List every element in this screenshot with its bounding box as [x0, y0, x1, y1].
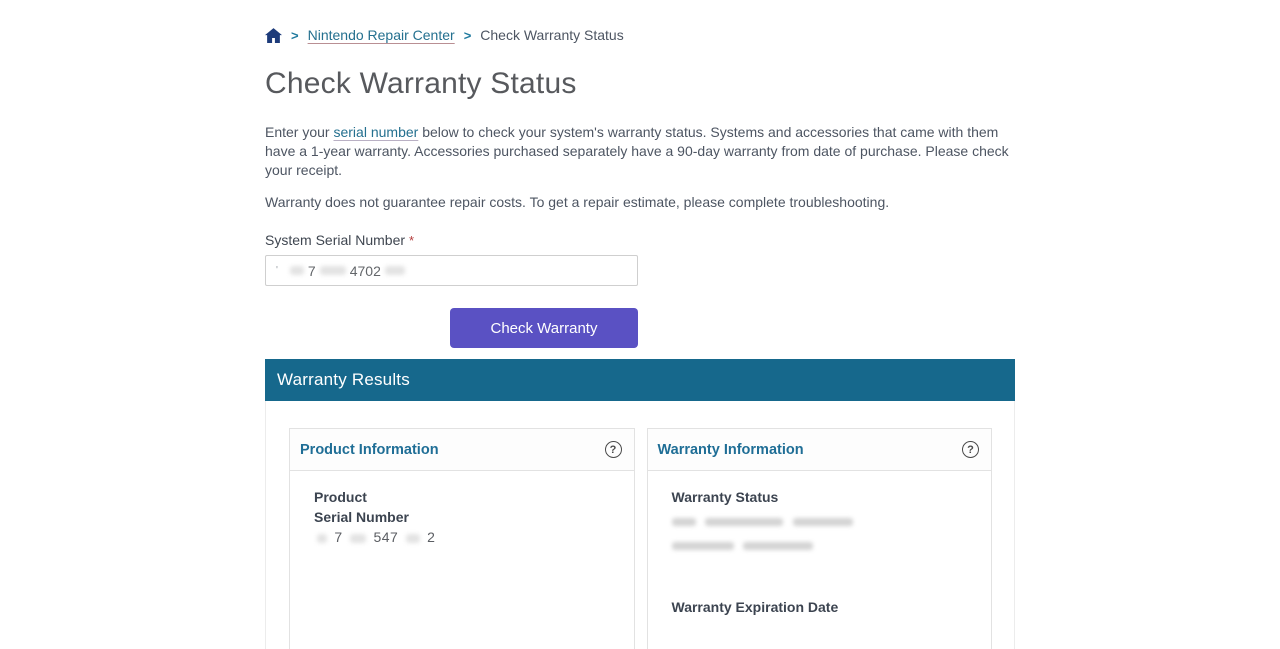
redacted-text [743, 542, 813, 550]
serial-fragment: 4702 [350, 263, 381, 279]
redacted-text [290, 266, 304, 275]
redacted-text [406, 534, 420, 543]
warranty-results-section: Warranty Results Product Information ? P… [265, 359, 1015, 649]
serial-number-label-text: System Serial Number [265, 232, 405, 248]
required-marker: * [409, 233, 414, 248]
warranty-status-value-redacted [672, 535, 978, 555]
warranty-information-card-header: Warranty Information ? [648, 429, 992, 471]
breadcrumb-current: Check Warranty Status [480, 27, 623, 43]
product-information-title: Product Information [300, 442, 439, 458]
page-title: Check Warranty Status [265, 67, 1015, 101]
product-information-card-body: Product Serial Number 7 547 2 [290, 471, 634, 547]
intro-text-pre: Enter your [265, 124, 333, 140]
serial-fragment: 2 [427, 529, 435, 545]
redacted-text [705, 518, 783, 526]
warranty-information-card: Warranty Information ? Warranty Status W… [647, 428, 993, 649]
warranty-expiration-label: Warranty Expiration Date [672, 597, 978, 617]
redacted-text [672, 518, 696, 526]
check-warranty-button[interactable]: Check Warranty [450, 308, 638, 348]
help-icon[interactable]: ? [605, 441, 622, 458]
product-information-card: Product Information ? Product Serial Num… [289, 428, 635, 649]
redacted-text [385, 266, 405, 275]
intro-paragraph: Enter your serial number below to check … [265, 123, 1015, 180]
redacted-text [350, 534, 366, 543]
serial-fragment: 547 [373, 529, 398, 545]
warranty-results-title: Warranty Results [277, 370, 410, 390]
breadcrumb-link-repair-center[interactable]: Nintendo Repair Center [308, 27, 455, 43]
warranty-status-label: Warranty Status [672, 487, 978, 507]
note-paragraph: Warranty does not guarantee repair costs… [265, 194, 1015, 210]
serial-number-result-label: Serial Number [314, 507, 620, 527]
redacted-text [793, 518, 853, 526]
home-icon[interactable] [265, 28, 282, 43]
serial-fragment: 7 [308, 263, 316, 279]
redacted-text [317, 534, 327, 543]
redacted-mark: ' [276, 265, 278, 276]
serial-fragment: 7 [334, 529, 342, 545]
product-information-card-header: Product Information ? [290, 429, 634, 471]
breadcrumb: > Nintendo Repair Center > Check Warrant… [265, 27, 1015, 43]
serial-number-result-value: 7 547 2 [314, 527, 620, 547]
warranty-information-title: Warranty Information [658, 442, 804, 458]
serial-number-input[interactable]: ' 7 4702 [265, 255, 638, 286]
serial-number-label: System Serial Number * [265, 232, 1015, 248]
warranty-results-header: Warranty Results [265, 359, 1015, 401]
warranty-results-body: Product Information ? Product Serial Num… [265, 401, 1015, 649]
page-container: > Nintendo Repair Center > Check Warrant… [265, 0, 1015, 649]
product-label: Product [314, 487, 620, 507]
help-icon[interactable]: ? [962, 441, 979, 458]
redacted-text [320, 266, 346, 275]
warranty-information-card-body: Warranty Status Warranty Expiration Date [648, 471, 992, 617]
serial-number-link[interactable]: serial number [333, 124, 418, 140]
chevron-right-icon: > [291, 28, 299, 43]
redacted-text [672, 542, 734, 550]
warranty-status-value-redacted [672, 511, 978, 531]
chevron-right-icon: > [464, 28, 472, 43]
